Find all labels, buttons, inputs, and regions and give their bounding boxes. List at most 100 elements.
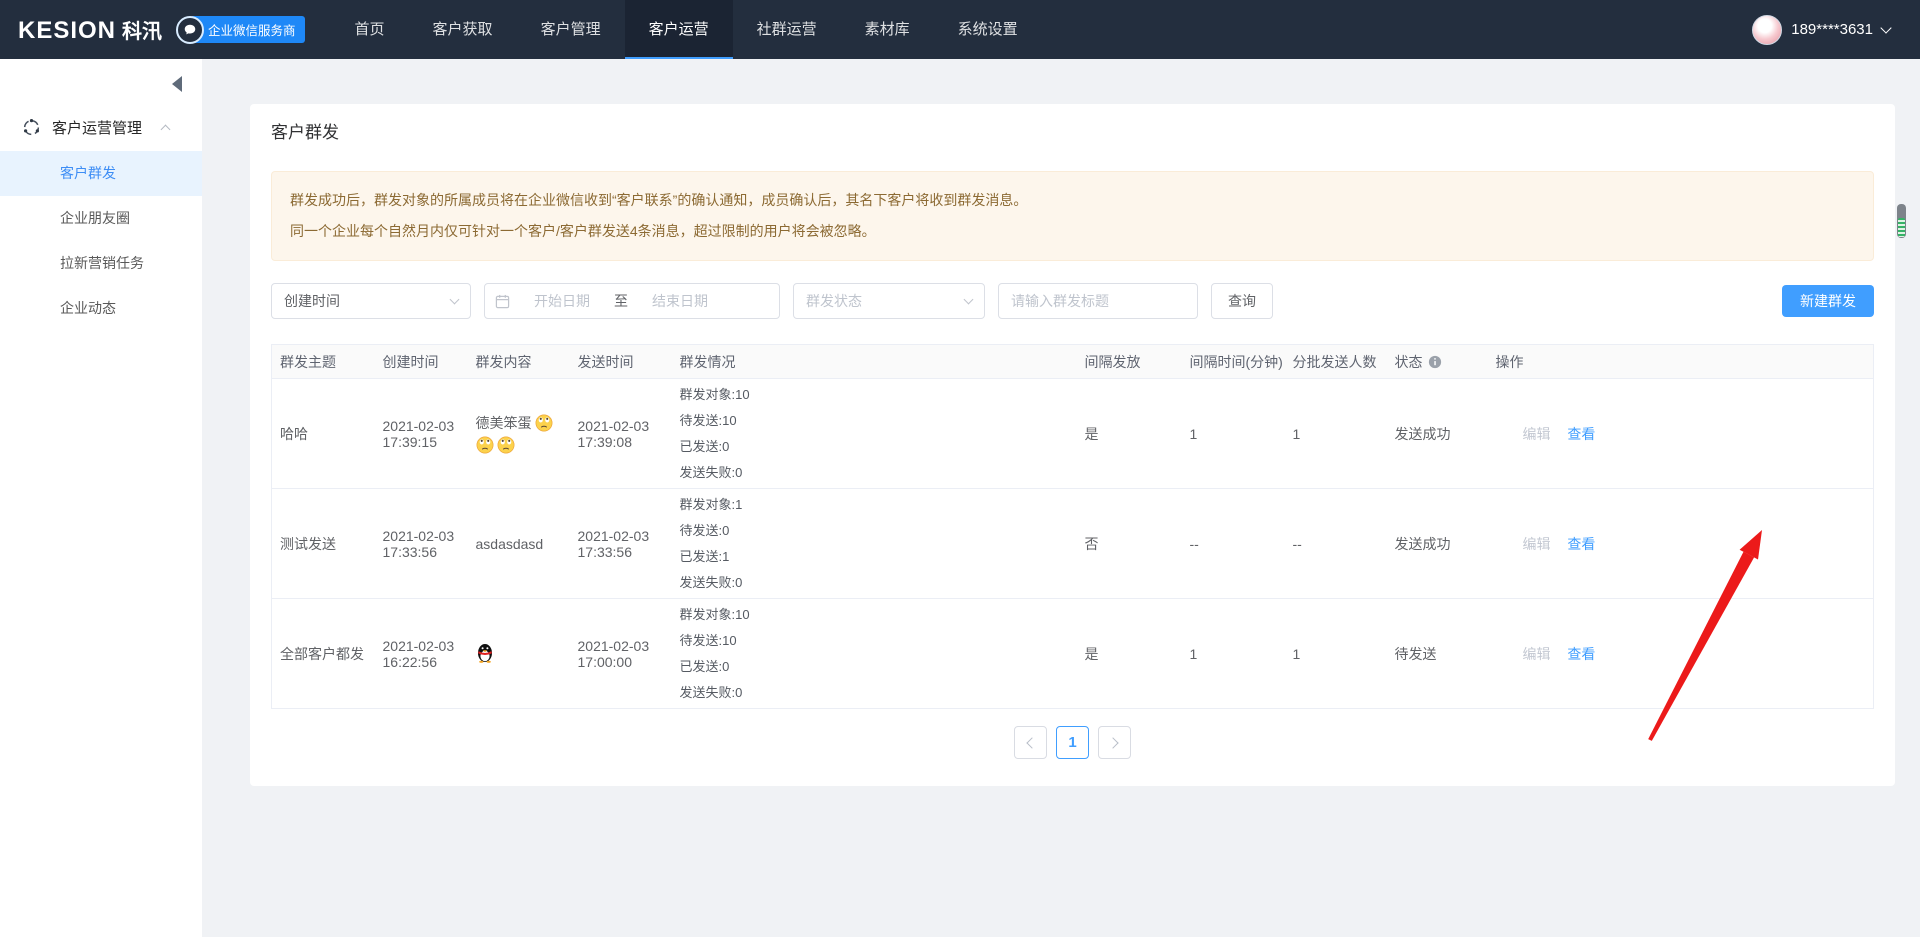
filter-bar: 创建时间 至 群发状态 (271, 283, 1874, 319)
top-navbar: KESION 科汛 企业微信服务商 首页 客户获取 客户管理 客户运营 社群运营… (0, 0, 1920, 59)
sidebar-item-enterprise-moments[interactable]: 企业朋友圈 (0, 196, 202, 241)
cell-batch-count: -- (1285, 489, 1387, 599)
cell-status: 待发送 (1387, 599, 1488, 709)
header-send-situation: 群发情况 (672, 345, 1077, 379)
sidebar-item-enterprise-news[interactable]: 企业动态 (0, 286, 202, 331)
pagination: 1 (271, 726, 1874, 759)
cell-interval-send: 是 (1077, 599, 1182, 709)
edit-link[interactable]: 编辑 (1523, 646, 1551, 662)
cell-topic: 全部客户都发 (272, 599, 375, 709)
stat-targets: 群发对象:10 (680, 602, 1069, 628)
cell-status: 发送成功 (1387, 379, 1488, 489)
create-time-select-value: 创建时间 (284, 291, 340, 311)
chevron-up-icon (161, 125, 171, 135)
send-status-select-placeholder: 群发状态 (806, 291, 862, 311)
table-row: 哈哈 2021-02-03 17:39:15 德美笨蛋 2021-02-03 1… (272, 379, 1874, 489)
page-number-button[interactable]: 1 (1056, 726, 1089, 759)
chevron-down-icon (450, 295, 460, 305)
header-batch-count: 分批发送人数 (1285, 345, 1387, 379)
cell-content: 德美笨蛋 (476, 413, 562, 454)
nav-item-home[interactable]: 首页 (331, 0, 409, 59)
emoji-face-icon (497, 436, 515, 454)
date-range-picker[interactable]: 至 (484, 283, 780, 319)
stat-failed: 发送失败:0 (680, 460, 1069, 486)
info-icon[interactable] (1428, 355, 1442, 369)
header-topic: 群发主题 (272, 345, 375, 379)
cell-content: asdasdasd (468, 489, 570, 599)
search-button[interactable]: 查询 (1211, 283, 1273, 319)
mass-send-table: 群发主题 创建时间 群发内容 发送时间 群发情况 间隔发放 间隔时间(分钟) 分… (271, 344, 1874, 709)
nav-item-customer-acquisition[interactable]: 客户获取 (409, 0, 517, 59)
edit-link[interactable]: 编辑 (1523, 536, 1551, 552)
cell-created-time: 2021-02-03 17:33:56 (375, 489, 468, 599)
nav-item-system-settings[interactable]: 系统设置 (934, 0, 1042, 59)
sidebar-menu: 客户群发 企业朋友圈 拉新营销任务 企业动态 (0, 151, 202, 331)
cell-send-situation: 群发对象:10 待发送:10 已发送:0 发送失败:0 (680, 602, 1069, 706)
sidebar: 客户运营管理 客户群发 企业朋友圈 拉新营销任务 企业动态 (0, 59, 202, 937)
scrollbar-thumb[interactable] (1897, 204, 1906, 238)
stat-targets: 群发对象:1 (680, 492, 1069, 518)
cell-batch-count: 1 (1285, 379, 1387, 489)
send-status-select[interactable]: 群发状态 (793, 283, 985, 319)
edit-link[interactable]: 编辑 (1523, 426, 1551, 442)
cell-send-situation: 群发对象:10 待发送:10 已发送:0 发送失败:0 (680, 382, 1069, 486)
header-actions: 操作 (1488, 345, 1874, 379)
prev-page-button[interactable] (1014, 726, 1047, 759)
emoji-face-icon (535, 414, 553, 432)
nav-item-customer-management[interactable]: 客户管理 (517, 0, 625, 59)
nav-item-community-operation[interactable]: 社群运营 (733, 0, 841, 59)
sidebar-collapse-button[interactable] (172, 76, 182, 92)
table-row: 测试发送 2021-02-03 17:33:56 asdasdasd 2021-… (272, 489, 1874, 599)
cell-interval-send: 是 (1077, 379, 1182, 489)
cell-interval-minutes: -- (1182, 489, 1285, 599)
stat-targets: 群发对象:10 (680, 382, 1069, 408)
header-content: 群发内容 (468, 345, 570, 379)
cell-send-time: 2021-02-03 17:00:00 (570, 599, 672, 709)
cell-send-time: 2021-02-03 17:33:56 (570, 489, 672, 599)
mass-send-title-input[interactable] (998, 283, 1198, 319)
chevron-right-icon (1107, 737, 1118, 748)
end-date-input[interactable] (632, 293, 728, 309)
wecom-provider-badge: 企业微信服务商 (176, 16, 305, 44)
cell-send-time: 2021-02-03 17:39:08 (570, 379, 672, 489)
user-menu[interactable]: 189****3631 (1752, 15, 1890, 45)
cell-status: 发送成功 (1387, 489, 1488, 599)
nav-item-material-library[interactable]: 素材库 (841, 0, 934, 59)
page-title: 客户群发 (271, 118, 1874, 143)
calendar-icon (495, 294, 510, 309)
user-avatar (1752, 15, 1782, 45)
sidebar-item-customer-mass-send[interactable]: 客户群发 (0, 151, 202, 196)
notice-line-1: 群发成功后，群发对象的所属成员将在企业微信收到“客户联系”的确认通知，成员确认后… (290, 185, 1855, 216)
create-mass-send-button[interactable]: 新建群发 (1782, 285, 1874, 317)
cycle-icon (22, 118, 41, 137)
logo-cn-text: 科汛 (122, 15, 162, 44)
logo-link[interactable]: KESION 科汛 (18, 15, 162, 45)
next-page-button[interactable] (1098, 726, 1131, 759)
sidebar-group-customer-operation[interactable]: 客户运营管理 (22, 117, 202, 138)
table-header-row: 群发主题 创建时间 群发内容 发送时间 群发情况 间隔发放 间隔时间(分钟) 分… (272, 345, 1874, 379)
stat-sent: 已发送:0 (680, 654, 1069, 680)
cell-batch-count: 1 (1285, 599, 1387, 709)
emoji-face-icon (476, 436, 494, 454)
stat-pending: 待发送:10 (680, 628, 1069, 654)
header-created-time: 创建时间 (375, 345, 468, 379)
chevron-down-icon (964, 295, 974, 305)
cell-topic: 哈哈 (272, 379, 375, 489)
sidebar-item-new-marketing-task[interactable]: 拉新营销任务 (0, 241, 202, 286)
create-time-select[interactable]: 创建时间 (271, 283, 471, 319)
view-link[interactable]: 查看 (1567, 426, 1595, 442)
content-card: 客户群发 群发成功后，群发对象的所属成员将在企业微信收到“客户联系”的确认通知，… (250, 104, 1895, 786)
view-link[interactable]: 查看 (1567, 646, 1595, 662)
nav-item-customer-operation[interactable]: 客户运营 (625, 0, 733, 59)
stat-pending: 待发送:10 (680, 408, 1069, 434)
logo-en-text: KESION (18, 17, 116, 45)
header-send-time: 发送时间 (570, 345, 672, 379)
qq-penguin-icon (476, 642, 494, 663)
view-link-arrow-target[interactable]: 查看 (1567, 536, 1595, 552)
main-nav: 首页 客户获取 客户管理 客户运营 社群运营 素材库 系统设置 (331, 0, 1042, 59)
stat-failed: 发送失败:0 (680, 680, 1069, 706)
date-separator: 至 (614, 291, 628, 311)
start-date-input[interactable] (514, 293, 610, 309)
content-text: 德美笨蛋 (476, 413, 532, 433)
main-content: 客户群发 群发成功后，群发对象的所属成员将在企业微信收到“客户联系”的确认通知，… (202, 59, 1920, 937)
